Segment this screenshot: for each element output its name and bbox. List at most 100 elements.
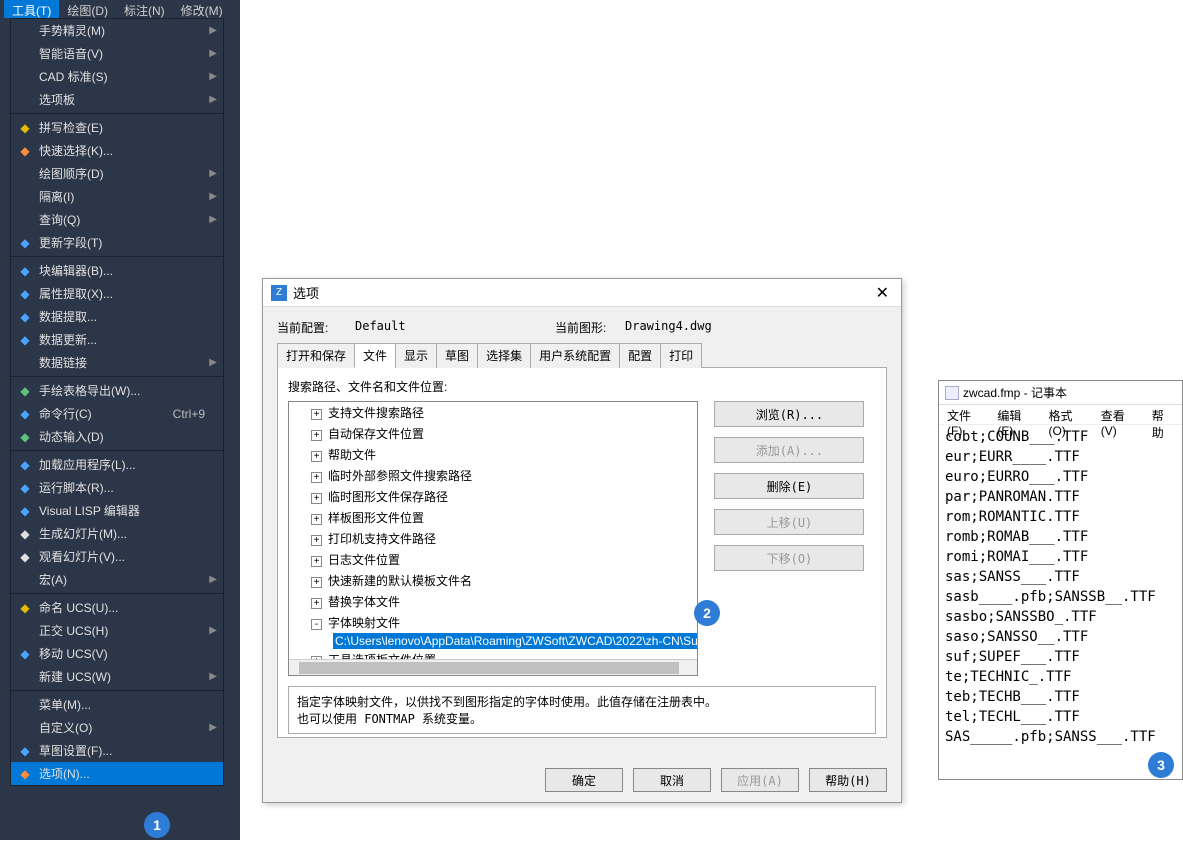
tab-配置[interactable]: 配置 [619, 343, 661, 368]
cmdline-icon: ◆ [17, 406, 33, 422]
menu-item-label: 隔离(I) [39, 188, 74, 205]
tree-node[interactable]: +替换字体文件 [289, 591, 697, 612]
tree-selected-path[interactable]: C:\Users\lenovo\AppData\Roaming\ZWSoft\Z… [333, 633, 698, 649]
menu-item-label: 移动 UCS(V) [39, 645, 108, 662]
menu-item[interactable]: 隔离(I) ▶ [11, 185, 223, 208]
tree-node[interactable]: +临时图形文件保存路径 [289, 486, 697, 507]
expand-icon[interactable]: + [311, 535, 322, 546]
menu-item[interactable]: ◆观看幻灯片(V)... [11, 545, 223, 568]
dataupdate-icon: ◆ [17, 332, 33, 348]
menu-dimension[interactable]: 标注(N) [116, 0, 173, 18]
menu-item[interactable]: ◆更新字段(T) [11, 231, 223, 254]
menu-item-label: 绘图顺序(D) [39, 165, 104, 182]
expand-icon[interactable]: - [311, 619, 322, 630]
menu-item[interactable]: 宏(A)▶ [11, 568, 223, 591]
menu-item[interactable]: 手势精灵(M)▶ [11, 19, 223, 42]
menu-item[interactable]: 查询(Q)▶ [11, 208, 223, 231]
help-button[interactable]: 帮助(H) [809, 768, 887, 792]
viewslide-icon: ◆ [17, 549, 33, 565]
tree-node[interactable]: +帮助文件 [289, 444, 697, 465]
notepad-menu-item[interactable]: 查看(V) [1095, 407, 1144, 422]
menu-item[interactable]: ◆拼写检查(E) [11, 116, 223, 139]
menu-item[interactable]: ◆草图设置(F)... [11, 739, 223, 762]
cancel-button[interactable]: 取消 [633, 768, 711, 792]
menu-item[interactable]: 选项板▶ [11, 88, 223, 111]
menu-draw[interactable]: 绘图(D) [59, 0, 116, 18]
menu-item[interactable]: ◆快速选择(K)... [11, 139, 223, 162]
menu-modify[interactable]: 修改(M) [173, 0, 231, 18]
add-button[interactable]: 添加(A)... [714, 437, 864, 463]
tree-node[interactable]: -字体映射文件 [289, 612, 697, 633]
separator [11, 593, 223, 594]
expand-icon[interactable]: + [311, 556, 322, 567]
menu-item[interactable]: ◆运行脚本(R)... [11, 476, 223, 499]
tree-hscrollbar[interactable] [289, 659, 697, 675]
tab-显示[interactable]: 显示 [395, 343, 437, 368]
menu-item[interactable]: ◆命名 UCS(U)... [11, 596, 223, 619]
tab-选择集[interactable]: 选择集 [477, 343, 531, 368]
notepad-menu-item[interactable]: 编辑(E) [991, 407, 1040, 422]
moveup-button[interactable]: 上移(U) [714, 509, 864, 535]
menu-item[interactable]: ◆手绘表格导出(W)... [11, 379, 223, 402]
tree-node[interactable]: +快速新建的默认模板文件名 [289, 570, 697, 591]
expand-icon[interactable]: + [311, 493, 322, 504]
menu-tools[interactable]: 工具(T) [4, 0, 59, 18]
menu-item-label: 运行脚本(R)... [39, 479, 114, 496]
menu-item[interactable]: ◆数据提取... [11, 305, 223, 328]
tree-node-label: 临时外部参照文件搜索路径 [328, 469, 472, 483]
submenu-arrow-icon: ▶ [209, 191, 217, 202]
path-tree[interactable]: +支持文件搜索路径+自动保存文件位置+帮助文件+临时外部参照文件搜索路径+临时图… [288, 401, 698, 676]
menu-item[interactable]: 正交 UCS(H)▶ [11, 619, 223, 642]
menu-item[interactable]: ◆加载应用程序(L)... [11, 453, 223, 476]
expand-icon[interactable]: + [311, 472, 322, 483]
tree-node[interactable]: + 样板图形文件位置 [289, 507, 697, 528]
menu-item[interactable]: ◆选项(N)... [11, 762, 223, 785]
expand-icon[interactable]: + [311, 514, 322, 525]
tree-node[interactable]: +打印机支持文件路径 [289, 528, 697, 549]
tab-文件[interactable]: 文件 [354, 343, 396, 368]
tree-node[interactable]: +支持文件搜索路径 [289, 402, 697, 423]
menu-item[interactable]: ◆命令行(C)Ctrl+9 [11, 402, 223, 425]
menu-item[interactable]: 新建 UCS(W)▶ [11, 665, 223, 688]
close-icon[interactable]: ✕ [872, 283, 893, 303]
delete-button[interactable]: 删除(E) [714, 473, 864, 499]
notepad-menu-item[interactable]: 文件(F) [941, 407, 989, 422]
tree-node[interactable]: +自动保存文件位置 [289, 423, 697, 444]
expand-icon[interactable]: + [311, 451, 322, 462]
tab-打印[interactable]: 打印 [660, 343, 702, 368]
menu-item[interactable]: 数据链接▶ [11, 351, 223, 374]
menu-item[interactable]: ◆属性提取(X)... [11, 282, 223, 305]
tree-node[interactable]: +日志文件位置 [289, 549, 697, 570]
menu-item[interactable]: 智能语音(V)▶ [11, 42, 223, 65]
menu-item[interactable]: ◆生成幻灯片(M)... [11, 522, 223, 545]
ok-button[interactable]: 确定 [545, 768, 623, 792]
expand-icon[interactable]: + [311, 409, 322, 420]
config-row: 当前配置: Default 当前图形: Drawing4.dwg [277, 315, 887, 342]
movedown-button[interactable]: 下移(O) [714, 545, 864, 571]
tree-node[interactable]: + 临时外部参照文件搜索路径 [289, 465, 697, 486]
menu-item[interactable]: ◆数据更新... [11, 328, 223, 351]
menu-item[interactable]: 菜单(M)... [11, 693, 223, 716]
expand-icon[interactable]: + [311, 598, 322, 609]
apply-button[interactable]: 应用(A) [721, 768, 799, 792]
notepad-menu-item[interactable]: 格式(O) [1042, 407, 1092, 422]
menu-item[interactable]: ◆动态输入(D) [11, 425, 223, 448]
menu-item[interactable]: ◆Visual LISP 编辑器 [11, 499, 223, 522]
tree-node-label: 样板图形文件位置 [328, 511, 424, 525]
tab-打开和保存[interactable]: 打开和保存 [277, 343, 355, 368]
menu-item[interactable]: 自定义(O)▶ [11, 716, 223, 739]
notepad-body[interactable]: cobt;COUNB___.TTF eur;EURR____.TTF euro;… [939, 425, 1182, 765]
drawing-value: Drawing4.dwg [625, 319, 825, 336]
menu-item[interactable]: ◆块编辑器(B)... [11, 259, 223, 282]
loadapp-icon: ◆ [17, 457, 33, 473]
tab-用户系统配置[interactable]: 用户系统配置 [530, 343, 620, 368]
menu-item[interactable]: CAD 标准(S)▶ [11, 65, 223, 88]
tab-草图[interactable]: 草图 [436, 343, 478, 368]
expand-icon[interactable]: + [311, 577, 322, 588]
expand-icon[interactable]: + [311, 430, 322, 441]
menu-item[interactable]: 绘图顺序(D)▶ [11, 162, 223, 185]
browse-button[interactable]: 浏览(R)... [714, 401, 864, 427]
notepad-menu-item[interactable]: 帮助 [1146, 407, 1180, 422]
attrextract-icon: ◆ [17, 286, 33, 302]
menu-item[interactable]: ◆移动 UCS(V) [11, 642, 223, 665]
